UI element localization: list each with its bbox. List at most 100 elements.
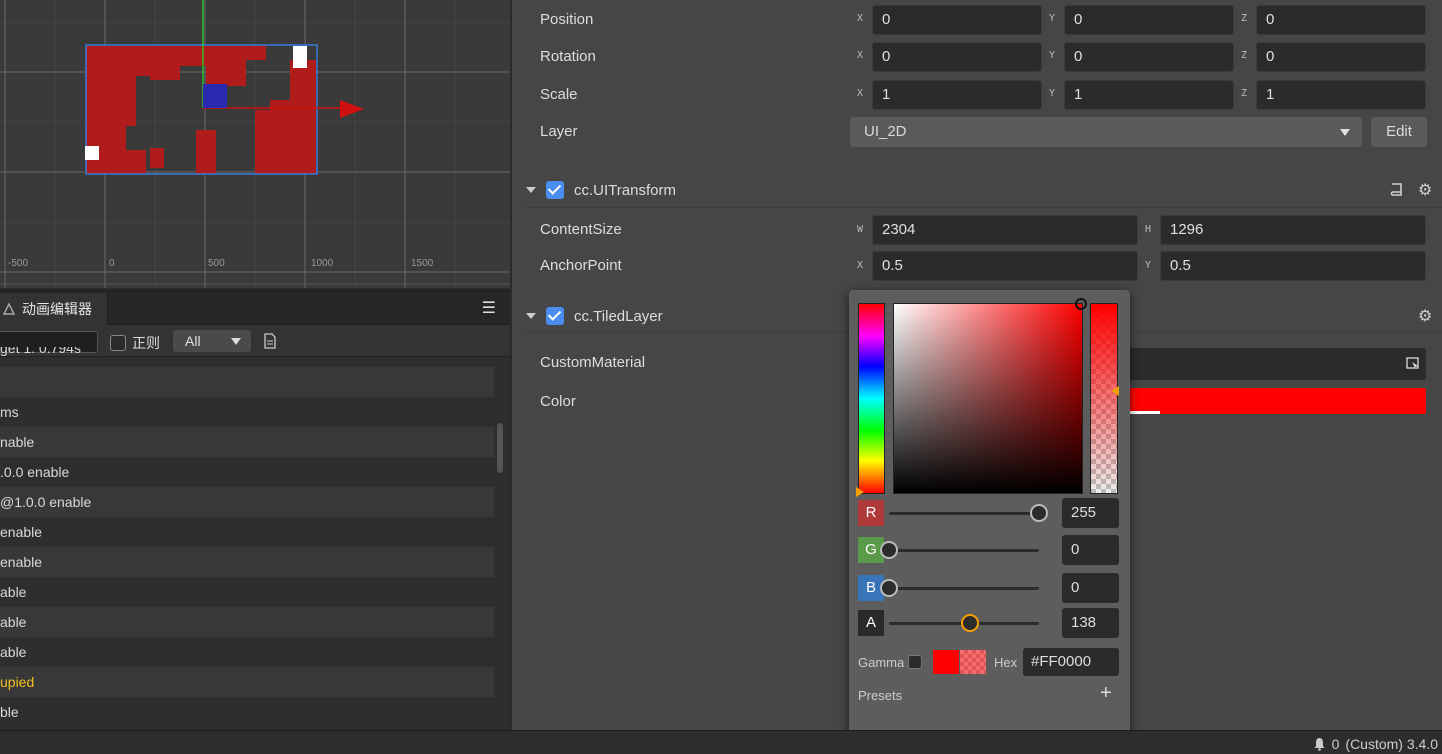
list-item[interactable]: able: [0, 637, 494, 667]
list-item[interactable]: enable: [0, 517, 494, 547]
saturation-value-area[interactable]: [893, 303, 1083, 494]
channel-slider-track[interactable]: [889, 512, 1039, 515]
status-right: 0 (Custom) 3.4.0: [1313, 736, 1438, 752]
channel-slider-knob[interactable]: [961, 614, 979, 632]
sv-handle[interactable]: [1075, 298, 1087, 310]
axis-label: X: [857, 50, 864, 61]
axis-label: Y: [1049, 50, 1056, 61]
channel-slider-track[interactable]: [889, 549, 1039, 552]
custommaterial-asset-field[interactable]: [1128, 348, 1426, 380]
move-gizmo-center: [203, 84, 227, 108]
axis-label: H: [1145, 224, 1152, 235]
list-item[interactable]: nable: [0, 427, 494, 457]
list-item[interactable]: able: [0, 577, 494, 607]
gear-icon[interactable]: ⚙: [1418, 306, 1432, 326]
list-item[interactable]: [0, 367, 494, 397]
rotation-x-input[interactable]: 0: [872, 42, 1042, 72]
axis-label: Y: [1145, 260, 1152, 271]
position-y-input[interactable]: 0: [1064, 5, 1234, 35]
add-preset-button[interactable]: +: [1100, 682, 1112, 705]
channel-slider-track[interactable]: [889, 587, 1039, 590]
channel-slider-knob[interactable]: [880, 579, 898, 597]
channel-value-input[interactable]: 138: [1062, 608, 1119, 638]
tab-label: 动画编辑器: [22, 301, 92, 317]
axis-label: X: [857, 13, 864, 24]
channel-value-input[interactable]: 255: [1062, 498, 1119, 528]
edit-layer-button[interactable]: Edit: [1371, 117, 1427, 147]
hue-slider[interactable]: [858, 303, 885, 494]
list-item[interactable]: able: [0, 607, 494, 637]
scene-canvas[interactable]: [0, 0, 510, 288]
ruler-label: 500: [208, 258, 225, 269]
rotation-y-input[interactable]: 0: [1064, 42, 1234, 72]
contentsize-label: ContentSize: [540, 221, 622, 238]
list-item[interactable]: enable: [0, 547, 494, 577]
axis-label: Y: [1049, 88, 1056, 99]
channel-badge-r: R: [858, 500, 884, 526]
scrollbar[interactable]: [497, 423, 503, 473]
book-icon[interactable]: [1389, 182, 1405, 198]
list-item[interactable]: upied: [0, 667, 494, 697]
scale-y-input[interactable]: 1: [1064, 80, 1234, 110]
x-arrow-icon: [340, 100, 364, 118]
channel-value-input[interactable]: 0: [1062, 573, 1119, 603]
channel-value-input[interactable]: 0: [1062, 535, 1119, 565]
channel-slider-knob[interactable]: [1030, 504, 1048, 522]
position-x-input[interactable]: 0: [872, 5, 1042, 35]
custommaterial-label: CustomMaterial: [540, 354, 646, 371]
list-item[interactable]: ms: [0, 397, 494, 427]
status-bar: 0 (Custom) 3.4.0: [0, 730, 1442, 754]
axis-label: X: [857, 88, 864, 99]
anchorpoint-x-input[interactable]: 0.5: [872, 251, 1138, 281]
layer-select-value: UI_2D: [864, 123, 907, 140]
uitransform-enabled-checkbox[interactable]: [546, 181, 564, 199]
animation-icon: [2, 302, 16, 315]
list-item[interactable]: @1.0.0 enable: [0, 487, 494, 517]
list-item[interactable]: .0.0 enable: [0, 457, 494, 487]
color-field[interactable]: [1128, 388, 1426, 414]
divider: [526, 207, 1442, 208]
axis-label: X: [857, 260, 864, 271]
ruler-label: 0: [109, 258, 115, 269]
anchorpoint-y-input[interactable]: 0.5: [1160, 251, 1426, 281]
asset-picker-icon[interactable]: [1406, 357, 1420, 371]
scale-x-input[interactable]: 1: [872, 80, 1042, 110]
scene-view[interactable]: -500 0 500 1000 1500: [0, 0, 510, 288]
bell-icon[interactable]: [1313, 737, 1326, 751]
axis-label: W: [857, 224, 864, 235]
tilemap-preview: [86, 46, 316, 174]
gamma-label: Gamma: [858, 655, 905, 670]
layer-label: Layer: [540, 123, 578, 140]
scale-z-input[interactable]: 1: [1256, 80, 1426, 110]
resize-handle: [293, 46, 307, 68]
tiledlayer-enabled-checkbox[interactable]: [546, 307, 564, 325]
collapse-caret-icon[interactable]: [526, 187, 536, 193]
hex-input[interactable]: #FF0000: [1023, 648, 1119, 676]
contentsize-w-input[interactable]: 2304: [872, 215, 1138, 245]
gear-icon[interactable]: ⚙: [1418, 180, 1432, 200]
tab-animation-editor[interactable]: 动画编辑器: [0, 293, 108, 325]
rotation-z-input[interactable]: 0: [1256, 42, 1426, 72]
scale-label: Scale: [540, 86, 578, 103]
hue-marker-icon[interactable]: [856, 487, 864, 497]
collapse-caret-icon[interactable]: [526, 313, 536, 319]
panel-header: 动画编辑器 ☰: [0, 291, 510, 325]
version-label: (Custom) 3.4.0: [1345, 736, 1438, 752]
anchorpoint-label: AnchorPoint: [540, 257, 622, 274]
list-item[interactable]: get 1: 0.794s: [0, 347, 494, 367]
alpha-marker-icon[interactable]: [1111, 386, 1119, 396]
notification-count: 0: [1331, 736, 1340, 752]
alpha-slider[interactable]: [1090, 303, 1118, 494]
contentsize-h-input[interactable]: 1296: [1160, 215, 1426, 245]
uitransform-header[interactable]: cc.UITransform: [526, 175, 1438, 205]
ruler-label: -500: [8, 258, 29, 269]
gamma-checkbox[interactable]: [908, 655, 922, 669]
hamburger-icon[interactable]: ☰: [482, 298, 496, 318]
position-z-input[interactable]: 0: [1256, 5, 1426, 35]
channel-slider-knob[interactable]: [880, 541, 898, 559]
layer-select[interactable]: UI_2D: [850, 117, 1362, 147]
section-title: cc.UITransform: [574, 181, 676, 199]
chevron-down-icon: [1340, 129, 1350, 136]
list-item[interactable]: ble: [0, 697, 494, 727]
rotation-label: Rotation: [540, 48, 596, 65]
